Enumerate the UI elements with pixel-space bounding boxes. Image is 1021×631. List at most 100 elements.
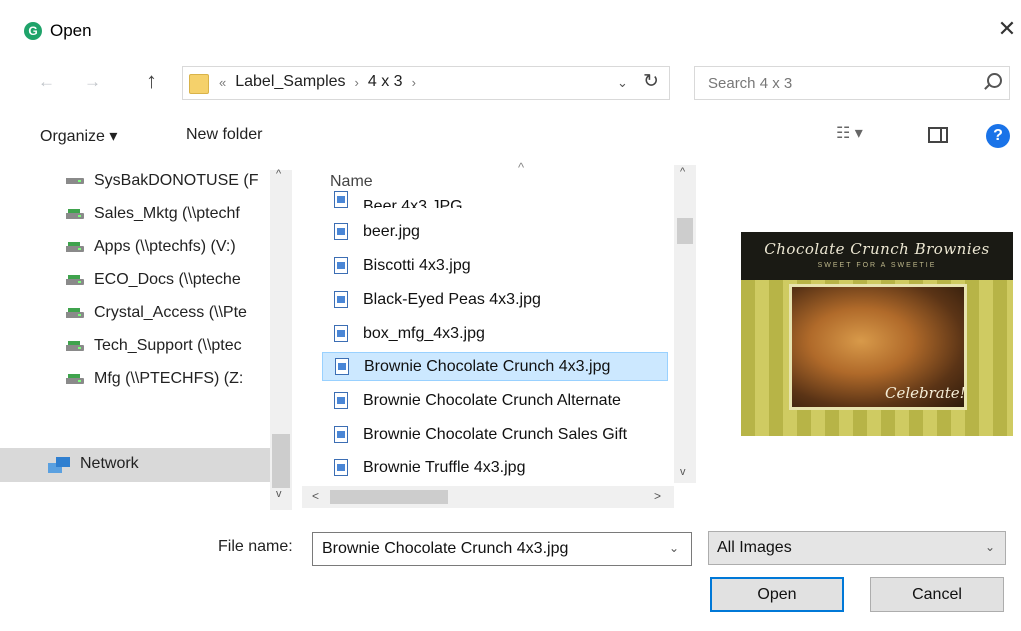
sidebar-item-tech-support[interactable]: Tech_Support (\\ptec: [66, 333, 278, 359]
network-drive-icon: [66, 374, 86, 388]
file-name: Brownie Chocolate Crunch Alternate: [363, 391, 621, 409]
folder-icon: [189, 74, 209, 94]
image-file-icon: [334, 257, 348, 274]
network-drive-icon: [66, 275, 86, 289]
address-bar[interactable]: « Label_Samples › 4 x 3 › ⌄ ↻: [182, 66, 670, 100]
image-file-icon: [334, 325, 348, 342]
image-file-icon: [334, 291, 348, 308]
image-file-icon: [334, 426, 348, 443]
sidebar-item-label: Network: [80, 455, 139, 472]
sidebar-item-label: ECO_Docs (\\pteche: [94, 271, 241, 288]
file-name: Biscotti 4x3.jpg: [363, 256, 471, 274]
network-drive-icon: [66, 209, 86, 223]
file-name: Brownie Truffle 4x3.jpg: [363, 458, 526, 476]
preview-image-script: Celebrate!: [885, 384, 966, 402]
search-icon: [987, 73, 1002, 88]
file-name: box_mfg_4x3.jpg: [363, 324, 485, 342]
list-item[interactable]: box_mfg_4x3.jpg: [322, 319, 668, 348]
breadcrumb: « Label_Samples › 4 x 3 ›: [219, 73, 416, 91]
preview-image-title: Chocolate Crunch Brownies: [764, 240, 990, 258]
image-file-icon: [334, 223, 348, 240]
chevron-down-icon[interactable]: ⌄: [669, 541, 679, 555]
network-drive-icon: [66, 341, 86, 355]
navigation-pane-scroll-thumb[interactable]: [272, 434, 290, 488]
file-name: Black-Eyed Peas 4x3.jpg: [363, 290, 541, 308]
list-item[interactable]: Biscotti 4x3.jpg: [322, 251, 668, 280]
forward-button[interactable]: →: [84, 72, 101, 92]
file-list-horizontal-scroll-thumb[interactable]: [330, 490, 448, 504]
list-item[interactable]: Brownie Chocolate Crunch Alternate: [322, 386, 668, 415]
preview-pane-toggle-icon[interactable]: [928, 127, 948, 143]
breadcrumb-item-label-samples[interactable]: Label_Samples: [235, 73, 345, 91]
list-item[interactable]: Beer 4x3.JPG: [322, 190, 668, 208]
list-item[interactable]: Brownie Chocolate Crunch Sales Gift: [322, 420, 668, 449]
refresh-button[interactable]: ↻: [643, 70, 659, 93]
breadcrumb-overflow[interactable]: «: [219, 75, 226, 90]
organize-button[interactable]: Organize ▾: [40, 126, 117, 146]
scroll-right-icon[interactable]: >: [654, 489, 661, 503]
sidebar-item-label: Mfg (\\PTECHFS) (Z:: [94, 370, 244, 387]
sort-ascending-icon: ^: [518, 160, 525, 175]
scroll-down-icon[interactable]: v: [680, 466, 686, 478]
search-box[interactable]: Search 4 x 3: [694, 66, 1010, 100]
sidebar-item-apps[interactable]: Apps (\\ptechfs) (V:): [66, 234, 278, 260]
sidebar-item-eco-docs[interactable]: ECO_Docs (\\pteche: [66, 267, 278, 293]
help-button[interactable]: ?: [986, 124, 1010, 148]
sidebar-item-label: Tech_Support (\\ptec: [94, 337, 242, 354]
file-name-combobox[interactable]: Brownie Chocolate Crunch 4x3.jpg ⌄: [312, 532, 692, 566]
breadcrumb-separator[interactable]: ›: [355, 75, 359, 90]
breadcrumb-separator[interactable]: ›: [412, 75, 416, 90]
new-folder-button[interactable]: New folder: [186, 126, 262, 144]
file-list-vertical-scrollbar[interactable]: [674, 165, 696, 483]
scroll-down-icon[interactable]: v: [276, 488, 282, 500]
sidebar-item-label: Sales_Mktg (\\ptechf: [94, 205, 240, 222]
title-bar: [0, 0, 1021, 62]
chevron-down-icon[interactable]: ⌄: [985, 540, 995, 554]
sidebar-item-crystal-access[interactable]: Crystal_Access (\\Pte: [66, 300, 278, 326]
image-file-icon: [334, 191, 348, 208]
network-drive-icon: [66, 242, 86, 256]
file-name-label: File name:: [218, 538, 293, 555]
list-item[interactable]: Black-Eyed Peas 4x3.jpg: [322, 285, 668, 314]
sidebar-item-network[interactable]: Network: [0, 448, 270, 482]
close-button[interactable]: ✕: [996, 14, 1018, 44]
dialog-title: Open: [50, 21, 92, 40]
open-button[interactable]: Open: [710, 577, 844, 612]
navigation-pane: SysBakDONOTUSE (F Sales_Mktg (\\ptechf A…: [0, 162, 292, 508]
list-item[interactable]: beer.jpg: [322, 217, 668, 246]
column-header-name[interactable]: Name: [330, 173, 373, 191]
file-name: Beer 4x3.JPG: [363, 198, 463, 208]
image-file-icon: [335, 358, 349, 375]
back-button[interactable]: ←: [38, 72, 55, 92]
image-file-icon: [334, 392, 348, 409]
list-item[interactable]: Brownie Truffle 4x3.jpg: [322, 453, 668, 482]
preview-image-subtitle: SWEET FOR A SWEETIE: [817, 262, 937, 269]
sidebar-item-mfg[interactable]: Mfg (\\PTECHFS) (Z:: [66, 366, 278, 392]
sidebar-item-sales-mktg[interactable]: Sales_Mktg (\\ptechf: [66, 201, 278, 227]
drive-icon: [66, 178, 86, 188]
image-file-icon: [334, 459, 348, 476]
address-dropdown-icon[interactable]: ⌄: [617, 75, 628, 91]
sidebar-item-label: Crystal_Access (\\Pte: [94, 304, 247, 321]
scroll-left-icon[interactable]: <: [312, 489, 319, 503]
file-name: beer.jpg: [363, 222, 420, 240]
file-type-value: All Images: [717, 539, 792, 556]
file-list-vertical-scroll-thumb[interactable]: [677, 218, 693, 244]
file-type-select[interactable]: All Images ⌄: [708, 531, 1006, 565]
search-input[interactable]: Search 4 x 3: [708, 75, 792, 92]
sidebar-item-label: SysBakDONOTUSE (F: [94, 172, 259, 189]
up-folder-button[interactable]: ↑: [146, 68, 157, 94]
file-name-input[interactable]: Brownie Chocolate Crunch 4x3.jpg: [322, 540, 568, 558]
change-view-button[interactable]: ☷ ▾: [836, 123, 863, 143]
file-name: Brownie Chocolate Crunch 4x3.jpg: [364, 357, 611, 375]
breadcrumb-item-4x3[interactable]: 4 x 3: [368, 73, 403, 91]
preview-image: Chocolate Crunch Brownies SWEET FOR A SW…: [741, 232, 1013, 436]
app-icon: G: [24, 22, 42, 40]
scroll-up-icon[interactable]: ^: [680, 166, 685, 178]
scroll-up-icon[interactable]: ^: [276, 168, 281, 180]
sidebar-item-sysbak[interactable]: SysBakDONOTUSE (F: [66, 168, 278, 194]
list-item-selected[interactable]: Brownie Chocolate Crunch 4x3.jpg: [322, 352, 668, 381]
network-drive-icon: [66, 308, 86, 322]
sidebar-item-label: Apps (\\ptechfs) (V:): [94, 238, 236, 255]
cancel-button[interactable]: Cancel: [870, 577, 1004, 612]
